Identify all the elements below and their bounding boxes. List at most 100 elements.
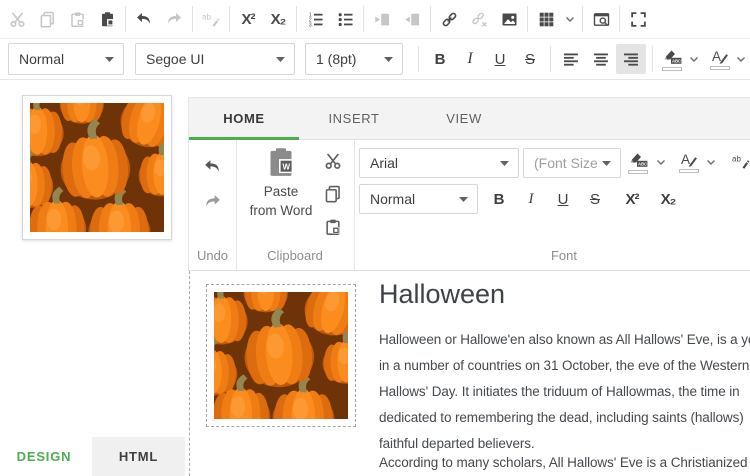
italic-button[interactable]: I (516, 184, 546, 214)
dropdown-arrow-icon (276, 57, 285, 62)
article-paragraph-1: Halloween or Hallowe'en also known as Al… (379, 327, 750, 457)
ribbon-font-size-placeholder: (Font Size (534, 155, 598, 171)
view-mode-tabs: DESIGN HTML (0, 437, 185, 476)
cut-icon[interactable] (320, 149, 346, 173)
format-painter-glyph: ab (202, 13, 211, 22)
paste-icon[interactable] (62, 4, 92, 34)
ribbon-font-size-select[interactable]: (Font Size (523, 148, 621, 178)
format-select[interactable]: Normal (8, 43, 124, 75)
ribbon-format-select[interactable]: Normal (359, 184, 478, 214)
ribbon-font-family-value: Arial (370, 155, 398, 171)
tab-view[interactable]: VIEW (409, 98, 519, 139)
dropdown-arrow-icon (459, 197, 468, 202)
strikethrough-button[interactable]: S (580, 184, 610, 214)
format-painter-icon[interactable]: ab (196, 4, 226, 34)
ordered-list-icon[interactable]: 123 (300, 4, 330, 34)
unordered-list-icon[interactable] (330, 4, 360, 34)
font-color-icon[interactable]: A (677, 148, 701, 176)
svg-text:3: 3 (308, 22, 311, 28)
pumpkins-image[interactable] (22, 95, 172, 240)
tab-home[interactable]: HOME (189, 98, 299, 139)
dropdown-arrow-icon (105, 57, 114, 62)
tab-design[interactable]: DESIGN (0, 437, 88, 476)
paste-label-line2: from Word (250, 201, 313, 220)
abc-badge: ABC (672, 58, 681, 63)
background-color-icon[interactable]: ABC (625, 148, 651, 176)
font-color-icon[interactable]: A (707, 48, 733, 70)
create-table-icon[interactable] (531, 4, 561, 34)
font-family-value: Segoe UI (146, 51, 204, 67)
article-heading: Halloween (379, 279, 505, 310)
clipboard-word-icon: W (267, 147, 295, 178)
paste-icon[interactable] (320, 215, 346, 239)
table-chevron-down-icon[interactable] (561, 4, 579, 34)
font-size-select[interactable]: 1 (8pt) (305, 43, 403, 75)
strikethrough-button[interactable]: S (515, 44, 545, 74)
align-center-icon[interactable] (586, 44, 616, 74)
font-family-select[interactable]: Segoe UI (135, 43, 295, 75)
toolbar-separator (363, 6, 364, 32)
copy-icon[interactable] (32, 4, 62, 34)
underline-button[interactable]: U (548, 184, 578, 214)
font-color-chevron-icon[interactable] (733, 44, 750, 74)
dropdown-arrow-icon (500, 161, 509, 166)
undo-icon[interactable] (129, 4, 159, 34)
toolbar-separator (619, 6, 620, 32)
tab-insert[interactable]: INSERT (299, 98, 409, 139)
article-paragraph-2: According to many scholars, All Hallows'… (379, 450, 747, 476)
italic-button[interactable]: I (455, 44, 485, 74)
pumpkins-image[interactable] (206, 284, 356, 427)
align-right-icon[interactable] (616, 44, 646, 74)
cut-icon[interactable] (2, 4, 32, 34)
outdent-icon[interactable] (397, 4, 427, 34)
embedded-editor-content[interactable]: Halloween Halloween or Hallowe'en also k… (189, 271, 750, 476)
subscript-icon[interactable]: X₂ (263, 4, 293, 34)
unlink-icon[interactable] (464, 4, 494, 34)
paste-label-line1: Paste (264, 182, 299, 201)
toolbar-separator (652, 46, 653, 72)
font-size-value: 1 (8pt) (316, 51, 356, 67)
align-left-icon[interactable] (556, 44, 586, 74)
create-link-icon[interactable] (434, 4, 464, 34)
dropdown-arrow-icon (602, 161, 611, 166)
undo-icon[interactable] (197, 153, 227, 179)
undo-group-label: Undo (189, 248, 236, 263)
font-color-chevron-icon[interactable] (703, 155, 719, 169)
subscript-button[interactable]: X₂ (653, 184, 683, 214)
font-color-swatch (679, 169, 699, 173)
background-color-chevron-icon[interactable] (653, 155, 669, 169)
bold-button[interactable]: B (484, 184, 514, 214)
main-toolbar-row2: Normal Segoe UI 1 (8pt) B I U S ABC (0, 39, 750, 80)
toolbar-separator (582, 6, 583, 32)
redo-icon[interactable] (159, 4, 189, 34)
toolbar-separator (418, 46, 419, 72)
format-painter-glyph: ab (732, 155, 741, 164)
view-html-icon[interactable] (586, 4, 616, 34)
fullscreen-icon[interactable] (623, 4, 653, 34)
ribbon-font-family-select[interactable]: Arial (359, 148, 519, 178)
indent-icon[interactable] (367, 4, 397, 34)
background-color-icon[interactable]: ABC (659, 48, 685, 71)
paste-from-word-icon[interactable] (92, 4, 122, 34)
paste-from-word-button[interactable]: W Paste from Word (242, 147, 320, 220)
insert-image-icon[interactable] (494, 4, 524, 34)
redo-icon[interactable] (197, 188, 227, 214)
toolbar-separator (527, 6, 528, 32)
word-badge: W (283, 163, 291, 172)
superscript-button[interactable]: X² (617, 184, 647, 214)
bold-button[interactable]: B (425, 44, 455, 74)
background-color-swatch (628, 170, 648, 174)
background-color-chevron-icon[interactable] (685, 44, 703, 74)
main-toolbar-row1: ab X² X₂ 123 (0, 0, 750, 39)
clipboard-group-label: Clipboard (236, 248, 354, 263)
format-painter-icon[interactable]: ab (729, 151, 750, 171)
tab-html[interactable]: HTML (92, 437, 185, 476)
ribbon: Undo W Paste from Word (188, 140, 750, 271)
ribbon-tabstrip: HOME INSERT VIEW (188, 97, 750, 140)
underline-button[interactable]: U (485, 44, 515, 74)
toolbar-separator (430, 6, 431, 32)
copy-icon[interactable] (320, 182, 346, 206)
superscript-icon[interactable]: X² (233, 4, 263, 34)
toolbar-separator (229, 6, 230, 32)
font-color-letter: A (681, 152, 690, 167)
